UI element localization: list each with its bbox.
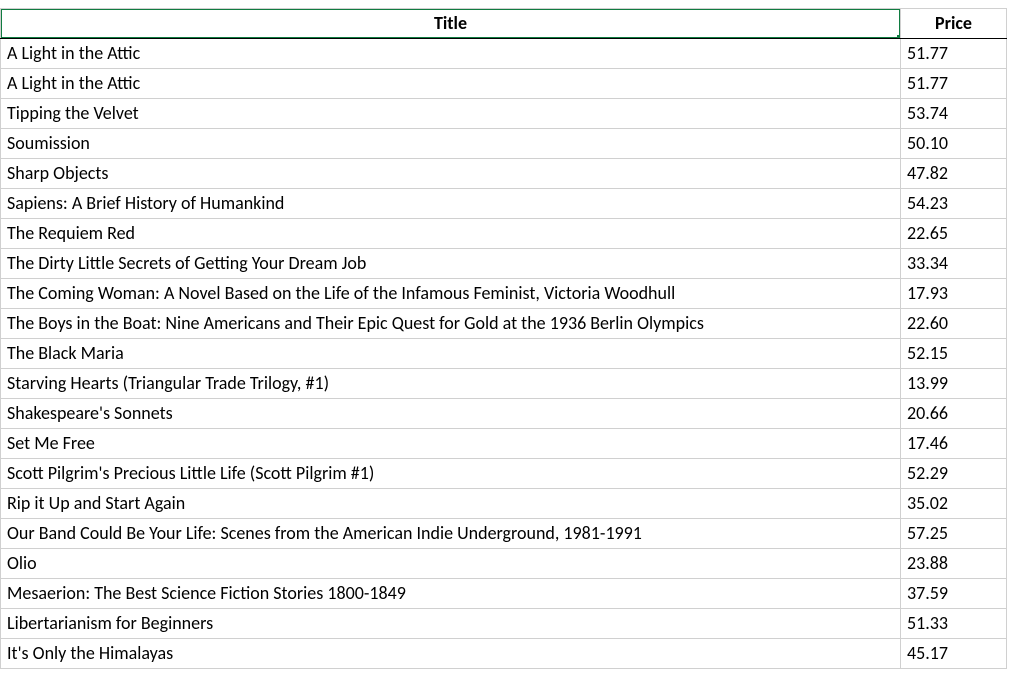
header-price-cell[interactable]: Price <box>901 9 1007 39</box>
price-cell[interactable]: 22.60 <box>901 309 1007 339</box>
title-cell[interactable]: A Light in the Attic <box>1 39 901 69</box>
price-cell[interactable]: 23.88 <box>901 549 1007 579</box>
title-cell[interactable]: Sharp Objects <box>1 159 901 189</box>
price-cell[interactable]: 50.10 <box>901 129 1007 159</box>
price-cell[interactable]: 35.02 <box>901 489 1007 519</box>
title-cell[interactable]: Olio <box>1 549 901 579</box>
price-cell[interactable]: 51.77 <box>901 39 1007 69</box>
table-row: The Requiem Red22.65 <box>1 219 1007 249</box>
table-row: Starving Hearts (Triangular Trade Trilog… <box>1 369 1007 399</box>
table-row: The Dirty Little Secrets of Getting Your… <box>1 249 1007 279</box>
price-cell[interactable]: 52.29 <box>901 459 1007 489</box>
price-cell[interactable]: 51.77 <box>901 69 1007 99</box>
title-cell[interactable]: Shakespeare's Sonnets <box>1 399 901 429</box>
price-cell[interactable]: 17.46 <box>901 429 1007 459</box>
table-row: A Light in the Attic51.77 <box>1 39 1007 69</box>
title-cell[interactable]: Starving Hearts (Triangular Trade Trilog… <box>1 369 901 399</box>
price-cell[interactable]: 47.82 <box>901 159 1007 189</box>
data-table: Title Price A Light in the Attic51.77A L… <box>0 8 1007 669</box>
table-row: Sapiens: A Brief History of Humankind54.… <box>1 189 1007 219</box>
table-row: It's Only the Himalayas45.17 <box>1 639 1007 669</box>
table-body: A Light in the Attic51.77A Light in the … <box>1 39 1007 669</box>
price-cell[interactable]: 22.65 <box>901 219 1007 249</box>
price-cell[interactable]: 45.17 <box>901 639 1007 669</box>
price-cell[interactable]: 37.59 <box>901 579 1007 609</box>
title-cell[interactable]: The Requiem Red <box>1 219 901 249</box>
table-row: Mesaerion: The Best Science Fiction Stor… <box>1 579 1007 609</box>
table-row: Olio23.88 <box>1 549 1007 579</box>
title-cell[interactable]: Our Band Could Be Your Life: Scenes from… <box>1 519 901 549</box>
header-title-cell[interactable]: Title <box>1 9 901 39</box>
title-cell[interactable]: The Coming Woman: A Novel Based on the L… <box>1 279 901 309</box>
price-cell[interactable]: 57.25 <box>901 519 1007 549</box>
price-cell[interactable]: 54.23 <box>901 189 1007 219</box>
price-cell[interactable]: 52.15 <box>901 339 1007 369</box>
title-cell[interactable]: It's Only the Himalayas <box>1 639 901 669</box>
price-cell[interactable]: 53.74 <box>901 99 1007 129</box>
price-cell[interactable]: 17.93 <box>901 279 1007 309</box>
price-cell[interactable]: 20.66 <box>901 399 1007 429</box>
title-cell[interactable]: Soumission <box>1 129 901 159</box>
title-cell[interactable]: Mesaerion: The Best Science Fiction Stor… <box>1 579 901 609</box>
title-cell[interactable]: Sapiens: A Brief History of Humankind <box>1 189 901 219</box>
price-cell[interactable]: 51.33 <box>901 609 1007 639</box>
table-row: Libertarianism for Beginners51.33 <box>1 609 1007 639</box>
table-row: Our Band Could Be Your Life: Scenes from… <box>1 519 1007 549</box>
title-cell[interactable]: A Light in the Attic <box>1 69 901 99</box>
table-row: The Boys in the Boat: Nine Americans and… <box>1 309 1007 339</box>
title-cell[interactable]: The Boys in the Boat: Nine Americans and… <box>1 309 901 339</box>
table-row: Shakespeare's Sonnets20.66 <box>1 399 1007 429</box>
table-row: Tipping the Velvet53.74 <box>1 99 1007 129</box>
table-row: The Black Maria52.15 <box>1 339 1007 369</box>
table-row: Soumission50.10 <box>1 129 1007 159</box>
price-cell[interactable]: 33.34 <box>901 249 1007 279</box>
title-cell[interactable]: Rip it Up and Start Again <box>1 489 901 519</box>
table-row: Rip it Up and Start Again35.02 <box>1 489 1007 519</box>
title-cell[interactable]: Set Me Free <box>1 429 901 459</box>
table-row: Set Me Free17.46 <box>1 429 1007 459</box>
title-cell[interactable]: The Dirty Little Secrets of Getting Your… <box>1 249 901 279</box>
table-row: Sharp Objects47.82 <box>1 159 1007 189</box>
title-cell[interactable]: The Black Maria <box>1 339 901 369</box>
header-row: Title Price <box>1 9 1007 39</box>
table-row: A Light in the Attic51.77 <box>1 69 1007 99</box>
title-cell[interactable]: Libertarianism for Beginners <box>1 609 901 639</box>
table-row: The Coming Woman: A Novel Based on the L… <box>1 279 1007 309</box>
title-cell[interactable]: Scott Pilgrim's Precious Little Life (Sc… <box>1 459 901 489</box>
price-cell[interactable]: 13.99 <box>901 369 1007 399</box>
title-cell[interactable]: Tipping the Velvet <box>1 99 901 129</box>
table-row: Scott Pilgrim's Precious Little Life (Sc… <box>1 459 1007 489</box>
spreadsheet-view[interactable]: Title Price A Light in the Attic51.77A L… <box>0 0 1024 684</box>
